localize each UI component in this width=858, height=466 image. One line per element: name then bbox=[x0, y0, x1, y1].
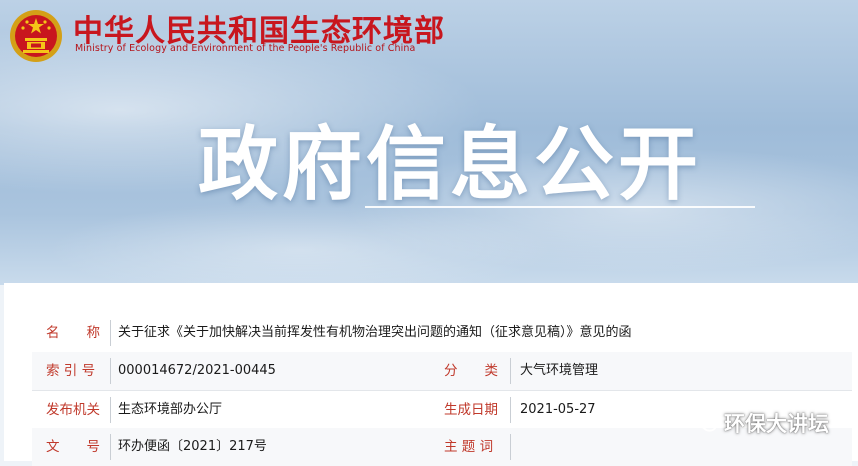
title-underline bbox=[365, 206, 755, 208]
wechat-icon bbox=[695, 413, 717, 432]
divider bbox=[110, 434, 111, 460]
subject-label: 主 题 词 bbox=[444, 439, 494, 455]
divider bbox=[110, 397, 111, 423]
index-value: 000014672/2021-00445 bbox=[118, 363, 276, 378]
date-value: 2021-05-27 bbox=[520, 402, 596, 417]
watermark-text: 环保大讲坛 bbox=[724, 412, 829, 436]
category-value: 大气环境管理 bbox=[520, 363, 599, 378]
info-row-name: 名 称 关于征求《关于加快解决当前挥发性有机物治理突出问题的通知（征求意见稿）》… bbox=[32, 314, 852, 352]
page-title: 政府信息公开 bbox=[198, 118, 702, 211]
divider bbox=[510, 397, 511, 423]
national-emblem-icon bbox=[10, 10, 62, 62]
docno-value: 环办便函〔2021〕217号 bbox=[118, 439, 267, 454]
ministry-name-en: Ministry of Ecology and Environment of t… bbox=[75, 43, 416, 54]
name-value: 关于征求《关于加快解决当前挥发性有机物治理突出问题的通知（征求意见稿）》意见的函 bbox=[118, 325, 632, 340]
index-label: 索 引 号 bbox=[46, 363, 96, 379]
name-label: 名 称 bbox=[46, 325, 100, 341]
info-row-index: 索 引 号 000014672/2021-00445 分 类 大气环境管理 bbox=[32, 352, 852, 390]
docno-label: 文 号 bbox=[46, 439, 100, 455]
divider bbox=[510, 358, 511, 384]
issuer-value: 生态环境部办公厅 bbox=[118, 402, 223, 417]
divider bbox=[510, 434, 511, 460]
divider bbox=[110, 358, 111, 384]
hero-banner: 中华人民共和国生态环境部 Ministry of Ecology and Env… bbox=[0, 0, 858, 285]
category-label: 分 类 bbox=[444, 363, 498, 379]
wechat-watermark: 环保大讲坛 bbox=[694, 406, 829, 440]
issuer-label: 发布机关 bbox=[46, 402, 100, 418]
divider bbox=[110, 320, 111, 346]
date-label: 生成日期 bbox=[444, 402, 498, 418]
